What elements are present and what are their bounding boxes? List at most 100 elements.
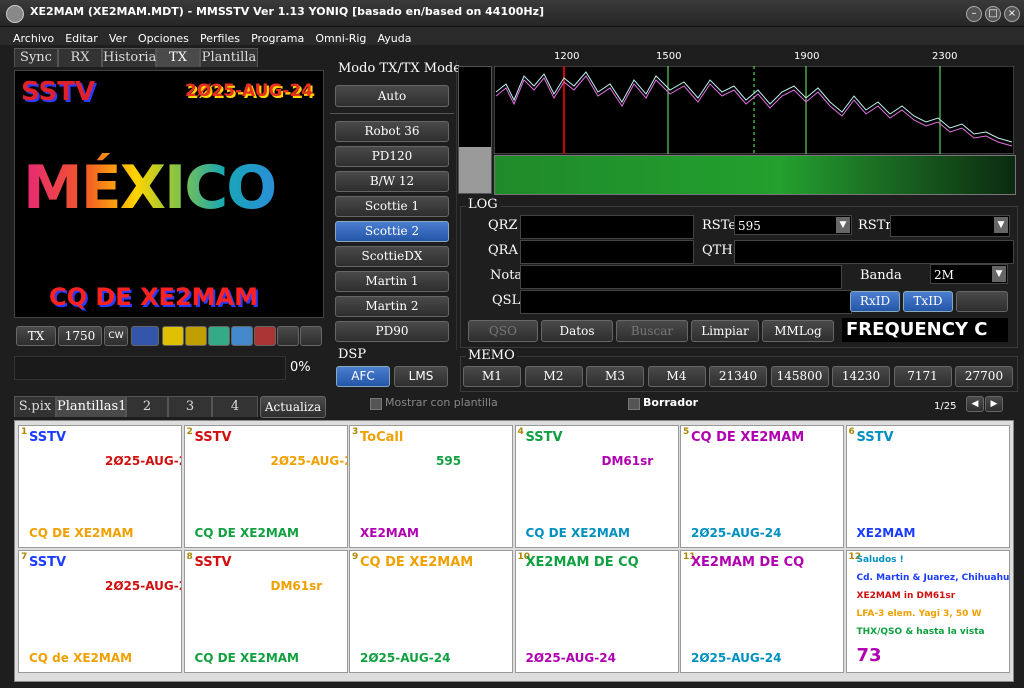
mode-button[interactable]: Scottie 1 — [335, 196, 449, 217]
memo-button[interactable]: 14230 — [832, 366, 890, 387]
menu-editar[interactable]: Editar — [62, 30, 101, 47]
template-thumbnail[interactable]: 10 XE2MAM DE CQ 2Ø25-AUG-24 — [514, 550, 679, 673]
text-tool-icon[interactable] — [131, 326, 159, 346]
maximize-icon[interactable]: □ — [985, 6, 1001, 22]
actualiza-button[interactable]: Actualiza — [260, 396, 326, 418]
chevron-down-icon[interactable]: ▼ — [992, 266, 1006, 282]
afc-button[interactable]: AFC — [336, 366, 390, 387]
mode-button[interactable]: PD120 — [335, 146, 449, 167]
template-thumbnail[interactable]: 8 SSTV DM61sr CQ DE XE2MAM — [183, 550, 348, 673]
abc-icon[interactable] — [956, 291, 1008, 312]
thumbnail-text: ToCall — [360, 430, 404, 445]
tab-3[interactable]: 3 — [168, 396, 212, 417]
template-thumbnail[interactable]: 7SSTV 2Ø25-AUG-24 CQ de XE2MAM — [18, 550, 182, 673]
picture-icon[interactable] — [231, 326, 253, 346]
tab-plantillas1[interactable]: Plantillas1 — [56, 396, 126, 417]
mode-auto-button[interactable]: Auto — [335, 85, 449, 107]
template-thumbnail[interactable]: 1SSTV 2Ø25-AUG-24 CQ DE XE2MAM — [18, 425, 182, 548]
chevron-down-icon[interactable]: ▼ — [836, 217, 850, 233]
template-thumbnail[interactable]: 6 SSTV XE2MAM — [845, 425, 1010, 548]
mode-button[interactable]: Robot 36 — [335, 121, 449, 142]
tx-frequency-button[interactable]: 1750 — [58, 326, 102, 346]
memo-title: MEMO — [466, 348, 517, 363]
template-thumbnail[interactable]: 2SSTV 2Ø25-AUG-24 CQ DE XE2MAM — [183, 425, 348, 548]
image-icon[interactable] — [208, 326, 230, 346]
template-thumbnail[interactable]: 4 SSTV DM61sr CQ DE XE2MAM — [514, 425, 679, 548]
limpiar-button[interactable]: Limpiar — [691, 320, 759, 342]
rstr-select[interactable]: ▼ — [890, 215, 1010, 237]
txid-button[interactable]: TxID — [903, 291, 953, 312]
chevron-down-icon[interactable]: ▼ — [994, 217, 1008, 233]
memo-button[interactable]: 21340 — [709, 366, 767, 387]
tab-tx[interactable]: TX — [156, 48, 200, 67]
qrz-input[interactable] — [520, 215, 694, 239]
mode-button[interactable]: Scottie 2 — [335, 221, 449, 242]
tab-sync[interactable]: Sync — [14, 48, 58, 67]
mode-button[interactable]: B/W 12 — [335, 171, 449, 192]
buscar-button[interactable]: Buscar — [616, 320, 688, 342]
tab-historia[interactable]: Historia — [102, 48, 156, 67]
menu-ver[interactable]: Ver — [106, 30, 130, 47]
qsl-input[interactable] — [520, 290, 852, 314]
template-thumbnail[interactable]: 5 CQ DE XE2MAM 2Ø25-AUG-24 — [680, 425, 844, 548]
rste-select[interactable]: 595 ▼ — [734, 215, 852, 235]
memo-button[interactable]: M4 — [647, 366, 706, 387]
thumbnail-number: 2 — [186, 427, 193, 437]
memo-button[interactable]: M2 — [524, 366, 583, 387]
spectrum-display[interactable] — [494, 66, 1014, 154]
menu-programa[interactable]: Programa — [248, 30, 307, 47]
qth-input[interactable] — [734, 240, 1014, 264]
qth-label: QTH — [702, 243, 733, 258]
menu-opciones[interactable]: Opciones — [135, 30, 192, 47]
tx-image-preview[interactable]: SSTV 2Ø25-AUG-24 MÉXICO CQ DE XE2MAM — [14, 70, 324, 318]
minimize-icon[interactable]: – — [966, 6, 982, 22]
mode-button[interactable]: PD90 — [335, 321, 449, 342]
datos-button[interactable]: Datos — [541, 320, 613, 342]
memo-button[interactable]: 7171 — [893, 366, 952, 387]
clipboard-icon[interactable] — [277, 326, 299, 346]
menu-omni-rig[interactable]: Omni-Rig — [312, 30, 369, 47]
template-thumbnail[interactable]: 12 Saludos ! Cd. Martin & Juarez, Chihuahu… — [845, 550, 1010, 673]
qra-input[interactable] — [520, 240, 694, 264]
tab-spix[interactable]: S.pix — [14, 396, 56, 417]
next-page-icon[interactable]: ▶ — [985, 396, 1003, 412]
tx-button[interactable]: TX — [16, 326, 56, 346]
template-thumbnail[interactable]: 11 XE2MAM DE CQ 2Ø25-AUG-24 — [680, 550, 844, 673]
banda-select[interactable]: 2M ▼ — [930, 264, 1008, 284]
prev-page-icon[interactable]: ◀ — [966, 396, 984, 412]
rxid-button[interactable]: RxID — [850, 291, 900, 312]
rste-label: RSTe — [702, 218, 737, 233]
thumbnail-text: THX/QSO & hasta la vista — [856, 627, 985, 637]
borrador-checkbox[interactable] — [628, 398, 640, 410]
mode-button[interactable]: Martin 2 — [335, 296, 449, 317]
waterfall-display[interactable] — [494, 155, 1016, 195]
memo-button[interactable]: M3 — [586, 366, 644, 387]
template-thumbnail[interactable]: 9 CQ DE XE2MAM 2Ø25-AUG-24 — [349, 550, 513, 673]
mode-button[interactable]: ScottieDX — [335, 246, 449, 267]
upload-icon[interactable] — [162, 326, 184, 346]
memo-button[interactable]: 27700 — [955, 366, 1013, 387]
nota-input[interactable] — [520, 265, 842, 289]
close-icon[interactable]: × — [1004, 6, 1020, 22]
color-bars-icon[interactable] — [254, 326, 276, 346]
menu-ayuda[interactable]: Ayuda — [375, 30, 415, 47]
lms-button[interactable]: LMS — [394, 366, 448, 387]
tab-2[interactable]: 2 — [126, 396, 168, 417]
cw-button[interactable]: CW — [104, 326, 128, 346]
thumbnail-text: SSTV — [194, 430, 232, 445]
menu-perfiles[interactable]: Perfiles — [197, 30, 243, 47]
tab-plantilla[interactable]: Plantilla — [200, 48, 258, 67]
search-icon[interactable] — [300, 326, 322, 346]
memo-button[interactable]: M1 — [463, 366, 521, 387]
mostrar-checkbox[interactable] — [370, 398, 382, 410]
tab-4[interactable]: 4 — [212, 396, 258, 417]
memo-button[interactable]: 145800 — [770, 366, 829, 387]
mmlog-button[interactable]: MMLog — [762, 320, 834, 342]
banda-value: 2M — [934, 268, 954, 282]
load-icon[interactable] — [185, 326, 207, 346]
template-thumbnail[interactable]: 3 ToCall 595 XE2MAM — [349, 425, 513, 548]
mode-button[interactable]: Martin 1 — [335, 271, 449, 292]
tab-rx[interactable]: RX — [58, 48, 102, 67]
menu-archivo[interactable]: Archivo — [10, 30, 57, 47]
qso-button[interactable]: QSO — [468, 320, 538, 342]
